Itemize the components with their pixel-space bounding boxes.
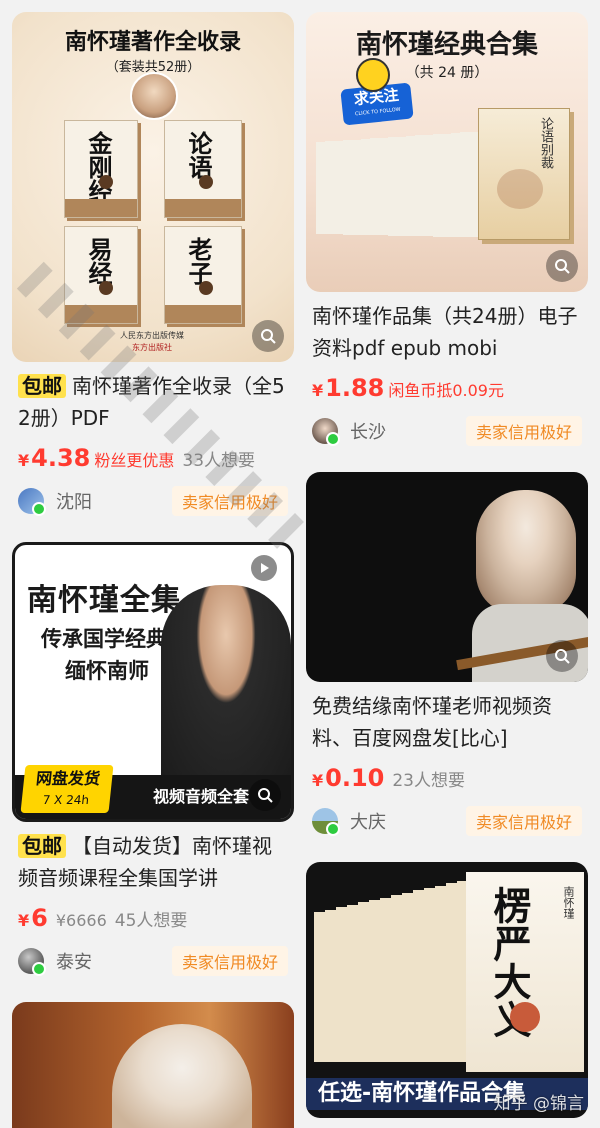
cover-footer: 视频音频全套 — [153, 787, 250, 806]
product-image[interactable]: 南怀瑾全集 传承国学经典 缅怀南师 网盘发货 7 X 24h 视频音频全套 — [12, 542, 294, 822]
image-search-icon[interactable] — [252, 320, 284, 352]
publisher-label: 人民东方出版传媒 — [120, 331, 184, 340]
price: 0.10 — [325, 764, 385, 792]
seller-row[interactable]: 沈阳 卖家信用极好 — [18, 486, 288, 516]
imprint-label: 东方出版社 — [132, 343, 172, 352]
product-title[interactable]: 免费结缘南怀瑾老师视频资料、百度网盘发[比心] — [312, 690, 582, 754]
product-title[interactable]: 包邮 【自动发货】南怀瑾视频音频课程全集国学讲 — [18, 830, 288, 894]
online-status-dot — [326, 432, 340, 446]
online-status-dot — [32, 962, 46, 976]
price: 1.88 — [325, 374, 385, 402]
seller-avatar[interactable] — [312, 418, 340, 446]
author-portrait — [476, 490, 576, 614]
product-card[interactable]: 楞严大义 南怀瑾 任选-南怀瑾作品合集 — [306, 862, 588, 1122]
author-portrait — [161, 585, 291, 785]
cover-title: 南怀瑾著作全收录 — [64, 29, 241, 55]
cover-line1: 传承国学经典 — [41, 627, 167, 651]
mascot-icon — [356, 58, 390, 92]
want-count: 33人想要 — [182, 451, 256, 471]
free-shipping-badge: 包邮 — [18, 834, 66, 858]
book-cover: 论语别裁 — [478, 108, 570, 240]
image-search-icon[interactable] — [546, 640, 578, 672]
product-title[interactable]: 包邮 南怀瑾著作全收录（全52册）PDF — [18, 370, 288, 434]
image-search-icon[interactable] — [249, 779, 281, 811]
book-cover: 论语 — [164, 120, 242, 218]
seller-city: 长沙 — [350, 422, 386, 443]
product-image[interactable]: 南怀瑾著作全收录 （套装共52册） 金刚经 论语 易经 老子 人民东方出版传媒 … — [12, 12, 294, 362]
online-status-dot — [32, 502, 46, 516]
seller-avatar[interactable] — [18, 488, 46, 516]
credit-badge: 卖家信用极好 — [171, 486, 288, 516]
seller-city: 沈阳 — [56, 492, 92, 513]
delivery-tag: 网盘发货 7 X 24h — [20, 765, 114, 813]
original-price: ¥6666 — [55, 911, 107, 930]
seller-city: 泰安 — [56, 952, 92, 973]
cover-line2: 缅怀南师 — [65, 659, 149, 683]
free-shipping-badge: 包邮 — [18, 374, 66, 398]
product-image[interactable]: 南怀瑾经典合集 （共 24 册） 求关注 CLICK TO FOLLOW 论语别… — [306, 12, 588, 292]
product-card[interactable]: 免费结缘南怀瑾老师视频资料、百度网盘发[比心] ¥ 0.10 23人想要 大庆 … — [306, 472, 588, 842]
seller-row[interactable]: 泰安 卖家信用极好 — [18, 946, 288, 976]
price-note: 粉丝更优惠 — [94, 451, 175, 470]
product-image[interactable] — [12, 1002, 294, 1128]
seller-city: 大庆 — [350, 812, 386, 833]
product-title[interactable]: 南怀瑾作品集（共24册）电子资料pdf epub mobi — [312, 300, 582, 364]
book-cover: 金刚经 — [64, 120, 138, 218]
seller-avatar[interactable] — [312, 808, 340, 836]
price: 6 — [31, 904, 48, 932]
credit-badge: 卖家信用极好 — [465, 416, 582, 446]
credit-badge: 卖家信用极好 — [171, 946, 288, 976]
credit-badge: 卖家信用极好 — [465, 806, 582, 836]
image-search-icon[interactable] — [546, 250, 578, 282]
cover-title: 南怀瑾经典合集 — [355, 30, 538, 60]
seller-row[interactable]: 长沙 卖家信用极好 — [312, 416, 582, 446]
author-portrait — [130, 72, 178, 120]
want-count: 23人想要 — [392, 771, 465, 791]
product-image[interactable]: 楞严大义 南怀瑾 任选-南怀瑾作品合集 — [306, 862, 588, 1118]
cover-headline: 南怀瑾全集 — [27, 583, 182, 618]
online-status-dot — [326, 822, 340, 836]
price-row: ¥ 0.10 23人想要 — [312, 764, 465, 792]
book-cover: 老子 — [164, 226, 242, 324]
book-cover: 易经 — [64, 226, 138, 324]
seller-row[interactable]: 大庆 卖家信用极好 — [312, 806, 582, 836]
product-card[interactable] — [12, 1002, 294, 1128]
price: 4.38 — [31, 444, 91, 472]
play-icon[interactable] — [251, 555, 277, 581]
book-cover: 楞严大义 南怀瑾 — [466, 872, 584, 1072]
cover-subtitle: （共 24 册） — [405, 65, 489, 81]
want-count: 45人想要 — [114, 911, 188, 931]
price-row: ¥ 4.38 粉丝更优惠 33人想要 — [18, 444, 256, 472]
product-card[interactable]: 南怀瑾经典合集 （共 24 册） 求关注 CLICK TO FOLLOW 论语别… — [306, 12, 588, 452]
seller-avatar[interactable] — [18, 948, 46, 976]
product-image[interactable] — [306, 472, 588, 682]
watermark-label: 知乎 @锦言 — [493, 1094, 584, 1114]
price-note: 闲鱼币抵0.09元 — [388, 381, 504, 400]
author-portrait — [112, 1024, 252, 1128]
product-card[interactable]: 南怀瑾著作全收录 （套装共52册） 金刚经 论语 易经 老子 人民东方出版传媒 … — [12, 12, 294, 522]
product-card[interactable]: 南怀瑾全集 传承国学经典 缅怀南师 网盘发货 7 X 24h 视频音频全套 包邮… — [12, 542, 294, 988]
price-row: ¥ 6 ¥6666 45人想要 — [18, 904, 188, 932]
price-row: ¥ 1.88 闲鱼币抵0.09元 — [312, 374, 504, 402]
